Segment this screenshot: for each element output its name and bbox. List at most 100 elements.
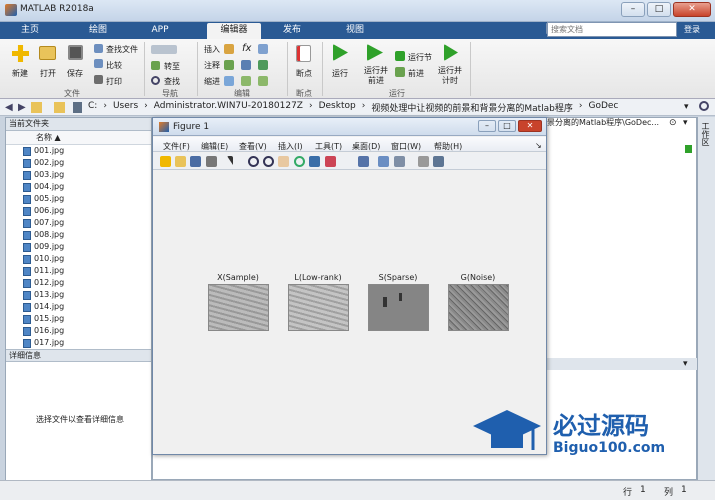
file-list-item[interactable]: 003.jpg: [6, 169, 151, 181]
menu-insert[interactable]: 插入(I): [278, 139, 303, 154]
compare-button[interactable]: 比较: [106, 60, 122, 71]
figure-close-button[interactable]: ✕: [518, 120, 542, 132]
run-section-button[interactable]: 运行节: [408, 52, 432, 63]
advance-button[interactable]: 前进: [408, 68, 424, 79]
rotate-icon[interactable]: [294, 156, 305, 167]
pan-icon[interactable]: [278, 156, 289, 167]
login-link[interactable]: 登录: [684, 24, 700, 35]
file-list-item[interactable]: 010.jpg: [6, 253, 151, 265]
insert-function-icon[interactable]: [258, 44, 268, 54]
maximize-button[interactable]: □: [647, 2, 671, 17]
tab-view[interactable]: 视图: [331, 23, 379, 39]
address-dropdown-icon[interactable]: ▾: [684, 102, 689, 112]
file-list-item[interactable]: 002.jpg: [6, 157, 151, 169]
tab-publish[interactable]: 发布: [268, 23, 316, 39]
tab-plots[interactable]: 绘图: [74, 23, 122, 39]
file-list-item[interactable]: 009.jpg: [6, 241, 151, 253]
file-list-item[interactable]: 012.jpg: [6, 277, 151, 289]
decrease-indent-icon[interactable]: [241, 76, 251, 86]
folder-up-icon[interactable]: [31, 102, 42, 113]
new-figure-icon[interactable]: [160, 156, 171, 167]
breakpoints-icon[interactable]: [296, 45, 311, 62]
crumb-user[interactable]: Administrator.WIN7U-20180127Z: [154, 101, 303, 114]
save-button[interactable]: 保存: [67, 68, 83, 79]
crumb-users[interactable]: Users: [113, 101, 138, 114]
menu-window[interactable]: 窗口(W): [391, 139, 421, 154]
figure-minimize-button[interactable]: –: [478, 120, 496, 132]
browse-folder-icon[interactable]: [54, 102, 65, 113]
pointer-icon[interactable]: [227, 156, 233, 167]
menu-file[interactable]: 文件(F): [163, 139, 190, 154]
brush-icon[interactable]: [325, 156, 336, 167]
find-files-button[interactable]: 查找文件: [106, 44, 138, 55]
file-list-item[interactable]: 005.jpg: [6, 193, 151, 205]
minimize-button[interactable]: –: [621, 2, 645, 17]
file-list-item[interactable]: 008.jpg: [6, 229, 151, 241]
percent-icon[interactable]: [241, 60, 251, 70]
file-list-item[interactable]: 007.jpg: [6, 217, 151, 229]
workspace-tab[interactable]: 工作区: [699, 122, 711, 146]
goto-button[interactable]: 转至: [164, 61, 180, 72]
search-input[interactable]: [547, 22, 677, 37]
tab-apps[interactable]: APP: [136, 23, 184, 39]
show-tools-icon[interactable]: [433, 156, 444, 167]
open-icon[interactable]: [39, 46, 56, 60]
lower-panel-collapse-icon[interactable]: ▾: [683, 359, 688, 369]
menu-desktop[interactable]: 桌面(D): [352, 139, 380, 154]
file-list-item[interactable]: 014.jpg: [6, 301, 151, 313]
print-figure-icon[interactable]: [206, 156, 217, 167]
panel-collapse-icon[interactable]: ▾: [683, 118, 688, 128]
search-folder-icon[interactable]: [699, 101, 709, 111]
open-button[interactable]: 打开: [40, 68, 56, 79]
save-figure-icon[interactable]: [190, 156, 201, 167]
save-icon[interactable]: [68, 45, 83, 60]
file-list-item[interactable]: 016.jpg: [6, 325, 151, 337]
link-plot-icon[interactable]: [358, 156, 369, 167]
open-file-icon[interactable]: [175, 156, 186, 167]
editor-tab[interactable]: 景分离的Matlab程序\GoDec...: [547, 117, 667, 130]
legend-icon[interactable]: [394, 156, 405, 167]
menu-tools[interactable]: 工具(T): [315, 139, 342, 154]
colorbar-icon[interactable]: [378, 156, 389, 167]
breakpoints-button[interactable]: 断点: [296, 68, 312, 79]
file-list-item[interactable]: 004.jpg: [6, 181, 151, 193]
tab-editor[interactable]: 编辑器: [207, 23, 261, 39]
menu-help[interactable]: 帮助(H): [434, 139, 462, 154]
hide-tools-icon[interactable]: [418, 156, 429, 167]
close-button[interactable]: ✕: [673, 2, 711, 17]
tab-home[interactable]: 主页: [6, 23, 54, 39]
breadcrumb[interactable]: C: › Users › Administrator.WIN7U-20180127Z…: [88, 101, 618, 114]
increase-indent-icon[interactable]: [258, 76, 268, 86]
file-list-item[interactable]: 006.jpg: [6, 205, 151, 217]
run-time-button[interactable]: 运行并计时: [438, 66, 462, 86]
crumb-project[interactable]: 视频处理中让视频的前景和背景分离的Matlab程序: [371, 101, 573, 114]
panel-menu-icon[interactable]: ⊙: [669, 118, 677, 128]
crumb-desktop[interactable]: Desktop: [319, 101, 356, 114]
figure-maximize-button[interactable]: □: [498, 120, 516, 132]
print-button[interactable]: 打印: [106, 76, 122, 87]
data-cursor-icon[interactable]: [309, 156, 320, 167]
new-button[interactable]: 新建: [12, 68, 28, 79]
zoom-out-icon[interactable]: [263, 156, 274, 167]
file-list-item[interactable]: 017.jpg: [6, 337, 151, 349]
indent-button[interactable]: 缩进: [204, 76, 220, 87]
name-column-header[interactable]: 名称 ▲: [6, 131, 151, 145]
back-icon[interactable]: ◀: [5, 102, 13, 113]
menu-view[interactable]: 查看(V): [239, 139, 267, 154]
file-list-item[interactable]: 015.jpg: [6, 313, 151, 325]
nav-arrows-icon[interactable]: [151, 45, 177, 54]
comment-icon[interactable]: [224, 60, 234, 70]
file-list-item[interactable]: 001.jpg: [6, 145, 151, 157]
wrap-comments-icon[interactable]: [258, 60, 268, 70]
forward-icon[interactable]: ▶: [18, 102, 26, 113]
find-button[interactable]: 查找: [164, 76, 180, 87]
insert-section-icon[interactable]: [224, 44, 234, 54]
comment-button[interactable]: 注释: [204, 60, 220, 71]
zoom-in-icon[interactable]: [248, 156, 259, 167]
fx-button[interactable]: fx: [242, 43, 251, 54]
crumb-drive[interactable]: C:: [88, 101, 97, 114]
smart-indent-icon[interactable]: [224, 76, 234, 86]
run-advance-button[interactable]: 运行并前进: [364, 66, 388, 86]
insert-button[interactable]: 插入: [204, 44, 220, 55]
crumb-godec[interactable]: GoDec: [588, 101, 618, 114]
